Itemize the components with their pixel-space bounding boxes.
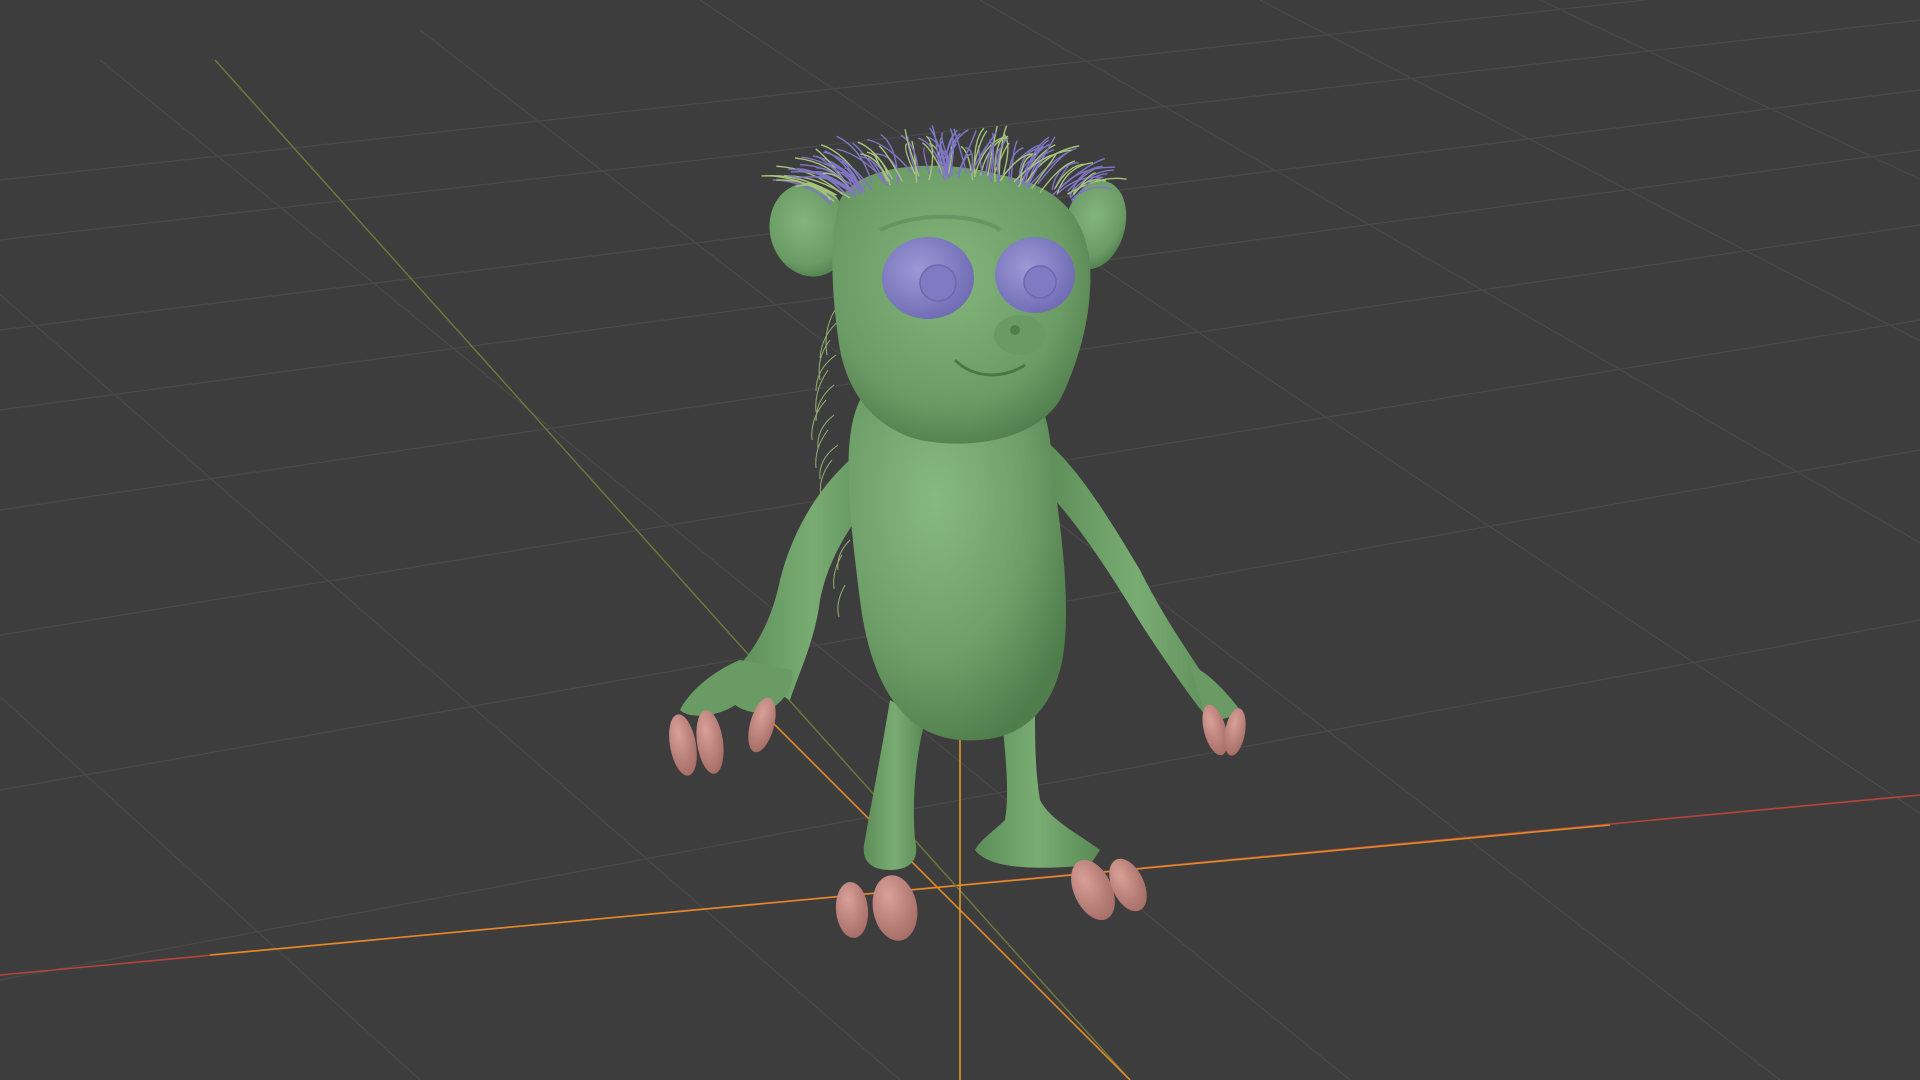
right-foot-claws: [1071, 858, 1147, 921]
right-pupil: [1023, 265, 1057, 299]
nostril: [1010, 325, 1020, 335]
left-pupil: [919, 264, 957, 302]
left-foot-claws: [835, 875, 918, 941]
nose: [994, 315, 1046, 355]
grid-line: [979, 0, 1920, 544]
left-hand: [680, 660, 793, 716]
viewport-canvas[interactable]: [0, 0, 1920, 1080]
3d-viewport[interactable]: [0, 0, 1920, 1080]
grid-line: [1539, 0, 1920, 180]
character-model[interactable]: [665, 125, 1249, 945]
grid-line: [0, 695, 421, 1080]
grid-line: [1259, 0, 1920, 342]
grid-line: [0, 293, 901, 1080]
left-leg: [863, 700, 925, 870]
grid-line: [0, 0, 1652, 181]
